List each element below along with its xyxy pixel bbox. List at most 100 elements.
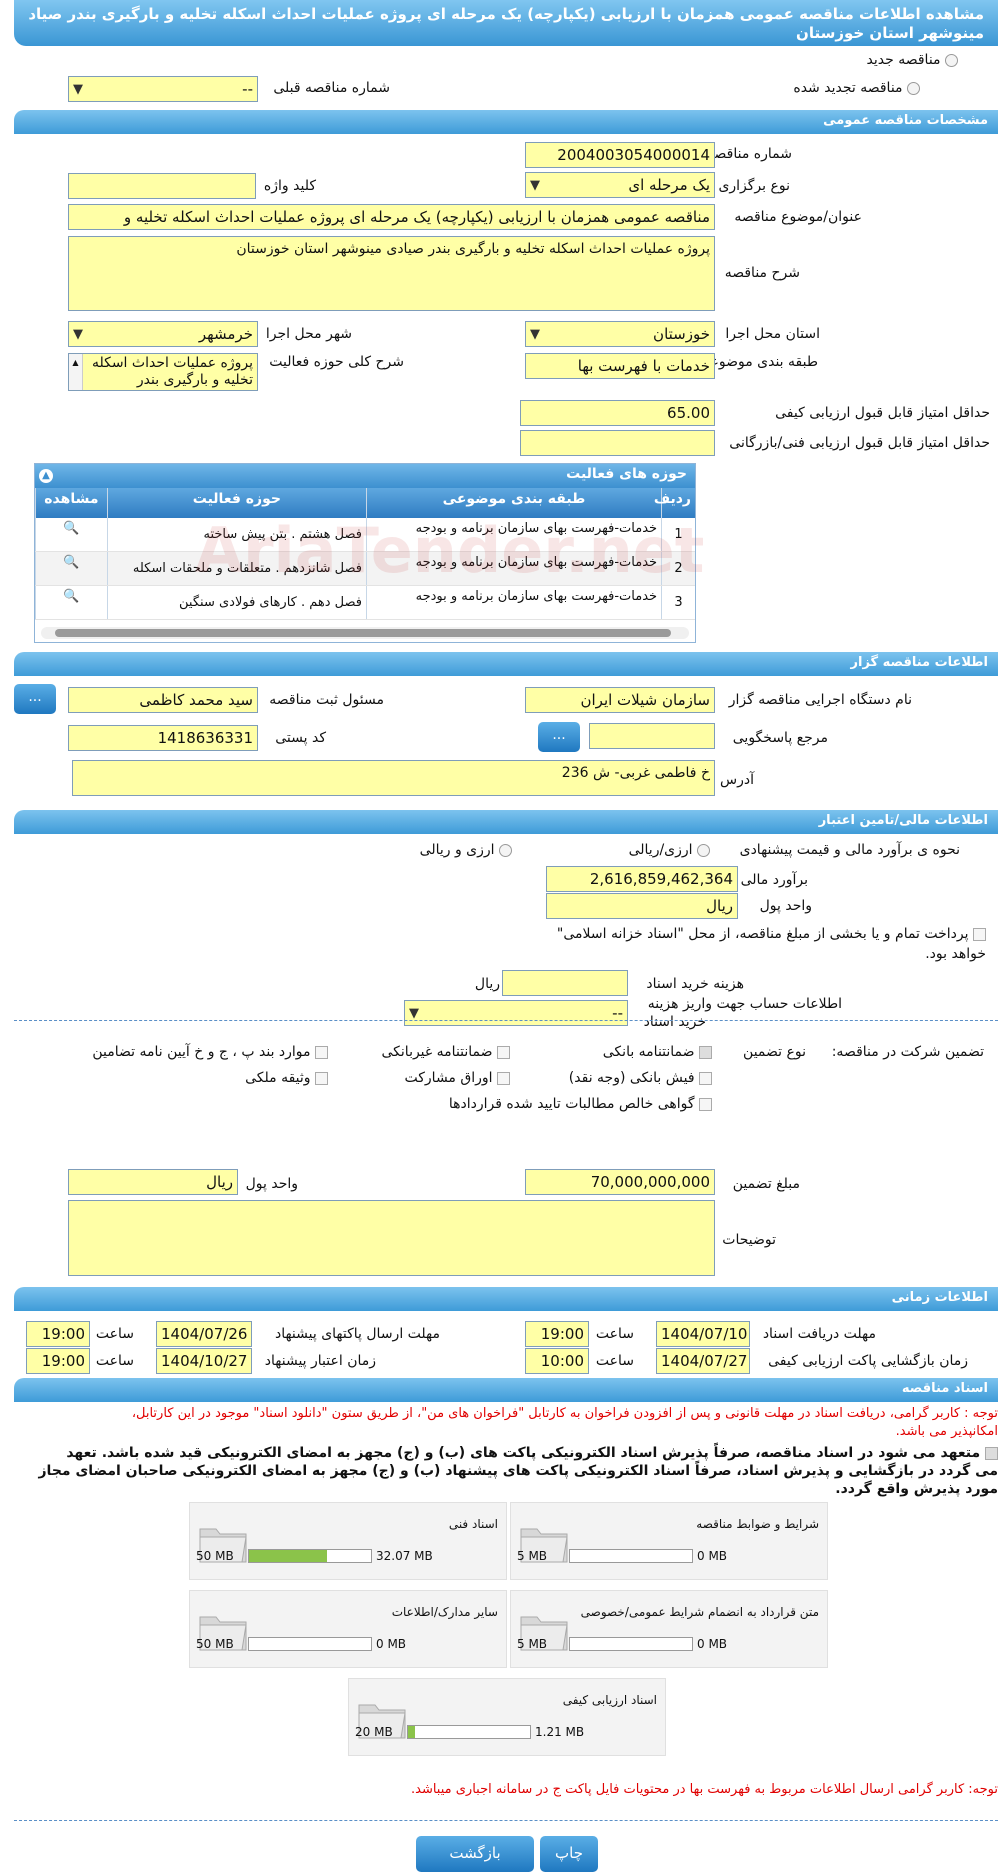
doc-name: اسناد ارزیابی کیفی (562, 1693, 657, 1707)
valid-label: زمان اعتبار پیشنهاد (264, 1353, 376, 1369)
doc-size: 0 MB (697, 1549, 728, 1563)
opt-bank-guarantee[interactable]: ضمانتنامه بانکی (603, 1044, 712, 1060)
currency-field: ریال (546, 893, 738, 919)
chevron-down-icon: ▼ (73, 82, 83, 97)
account-select[interactable]: -- ▼ (404, 1000, 628, 1026)
collapse-icon[interactable]: ▲ (39, 469, 53, 483)
opt-nonbank-guarantee[interactable]: ضمانتنامه غیربانکی (382, 1044, 510, 1060)
doc-progress (569, 1549, 693, 1563)
doc-size: 0 MB (376, 1637, 407, 1651)
type-label: نوع برگزاری (718, 178, 790, 194)
receive-time-field: 19:00 (525, 1321, 589, 1347)
docs-note-2: امکانپذیر می باشد. (895, 1424, 998, 1439)
doc-fee-unit: ریال (474, 976, 500, 992)
city-select[interactable]: خرمشهر ▼ (68, 321, 258, 347)
type-select[interactable]: یک مرحله ای ▼ (525, 172, 715, 198)
opt-bonds[interactable]: اوراق مشارکت (405, 1070, 510, 1086)
opt-bank-receipt[interactable]: فیش بانکی (وجه نقد) (569, 1070, 712, 1086)
treasury-checkbox[interactable]: پرداخت تمام و یا بخشی از مبلغ مناقصه، از… (557, 926, 986, 942)
desc-label: شرح مناقصه (724, 265, 800, 281)
resp-lookup-button[interactable]: ... (14, 684, 56, 714)
doc-size: 0 MB (697, 1637, 728, 1651)
scroll-thumb[interactable] (55, 629, 671, 637)
section-general: مشخصات مناقصه عمومی (14, 110, 998, 134)
treasury-text-2: خواهد بود. (925, 946, 986, 962)
notes-label: توضیحات (722, 1232, 776, 1248)
participation-label: تضمین شرکت در مناقصه: (831, 1044, 984, 1060)
receive-date-field: 1404/07/10 (656, 1321, 750, 1347)
commit-text: متعهد می شود در اسناد مناقصه، صرفاً پذیر… (66, 1445, 998, 1461)
province-select[interactable]: خوزستان ▼ (525, 321, 715, 347)
doc-card[interactable]: اسناد فنی 50 MB 32.07 MB (189, 1502, 507, 1580)
ref-lookup-button[interactable]: ... (538, 722, 580, 752)
guarantee-currency-field: ریال (68, 1169, 238, 1195)
scope-scrollbar[interactable]: ▲▼ (69, 354, 83, 390)
method-option-1[interactable]: ارزی/ریالی (629, 842, 710, 858)
doc-progress (569, 1637, 693, 1651)
view-icon[interactable]: 🔍 (35, 552, 107, 585)
doc-size: 1.21 MB (535, 1725, 585, 1739)
open-label: زمان بازگشایی پاکت ارزیابی کیفی (768, 1353, 968, 1369)
chevron-down-icon: ▼ (530, 178, 540, 193)
opt-property[interactable]: وثیقه ملکی (245, 1070, 328, 1086)
chevron-down-icon: ▼ (73, 327, 83, 342)
min-quality-label: حداقل امتیاز قابل قبول ارزیابی کیفی (775, 405, 990, 421)
receive-hour-label: ساعت (595, 1326, 634, 1342)
view-icon[interactable]: 🔍 (35, 518, 107, 551)
new-tender-radio[interactable]: مناقصه جدید (867, 52, 958, 68)
open-date-field: 1404/07/27 (656, 1348, 750, 1374)
ref-label: مرجع پاسخگویی (732, 730, 828, 746)
doc-name: سایر مدارک/اطلاعات (391, 1605, 498, 1619)
opt-regulation-items[interactable]: موارد بند پ ، ج و خ آیین نامه تضامین (92, 1044, 328, 1060)
commit-text-2: می گردد در بازگشایی و پذیرش اسناد، صرفاً… (38, 1463, 998, 1479)
method-option-2[interactable]: ارزی و ریالی (420, 842, 512, 858)
valid-date-field: 1404/10/27 (156, 1348, 252, 1374)
guarantee-currency-label: واحد پول (245, 1176, 298, 1192)
doc-name: متن قرارداد به انضمام شرایط عمومی/خصوصی (580, 1605, 819, 1619)
grid-scrollbar[interactable] (41, 627, 689, 639)
view-icon[interactable]: 🔍 (35, 586, 107, 619)
min-quality-field: 65.00 (520, 400, 715, 426)
renewed-tender-radio[interactable]: مناقصه تجدید شده (793, 80, 920, 96)
row-number: 3 (661, 586, 695, 619)
category-label: طبقه بندی موضوعی (698, 354, 818, 370)
scope-field: پروژه عملیات احداث اسکله تخلیه و بارگیری… (68, 353, 258, 391)
divider (14, 1820, 998, 1821)
doc-fee-label: هزینه خرید اسناد (646, 976, 744, 992)
doc-card[interactable]: شرایط و ضوابط مناقصه 5 MB 0 MB (510, 1502, 828, 1580)
org-name-field: سازمان شیلات ایران (525, 687, 715, 713)
print-button[interactable]: چاپ (540, 1836, 598, 1872)
estimate-label: برآورد مالی (740, 872, 808, 888)
doc-card[interactable]: متن قرارداد به انضمام شرایط عمومی/خصوصی … (510, 1590, 828, 1668)
doc-size: 32.07 MB (376, 1549, 433, 1563)
section-org: اطلاعات مناقصه گزار (14, 652, 998, 676)
back-button[interactable]: بازگشت (416, 1836, 534, 1872)
section-finance: اطلاعات مالی/تامین اعتبار (14, 810, 998, 834)
account-label: اطلاعات حساب جهت واریز هزینه (647, 996, 842, 1012)
doc-max: 5 MB (517, 1549, 548, 1563)
row-activity: فصل دهم . کارهای فولادی سنگین (106, 586, 366, 619)
commit-text-3: مورد پذیرش واقع گردد. (835, 1481, 998, 1497)
city-label: شهر محل اجرا (265, 326, 352, 342)
notes-field (68, 1200, 715, 1276)
min-tech-field (520, 430, 715, 456)
activity-grid: حوزه های فعالیت ▲ ردیف طبقه بندی موضوعی ح… (34, 463, 704, 643)
doc-name: شرایط و ضوابط مناقصه (696, 1517, 819, 1531)
divider (14, 1020, 998, 1021)
col-view[interactable]: مشاهده (34, 488, 107, 518)
subject-field: مناقصه عمومی همزمان با ارزیابی (یکپارچه)… (68, 204, 715, 230)
doc-name: اسناد فنی (448, 1517, 498, 1531)
tender-number-label: شماره مناقصه (707, 146, 792, 162)
watermark: AriaTender.net (195, 514, 705, 587)
doc-progress (407, 1725, 531, 1739)
docs-note-footer: توجه: کاربر گرامی ارسال اطلاعات مربوط به… (411, 1782, 998, 1797)
doc-max: 20 MB (355, 1725, 393, 1739)
opt-receivables[interactable]: گواهی خالص مطالبات تایید شده قراردادها (449, 1096, 712, 1112)
doc-card[interactable]: سایر مدارک/اطلاعات 50 MB 0 MB (189, 1590, 507, 1668)
scope-label: شرح کلی حوزه فعالیت (269, 354, 404, 370)
prev-number-select[interactable]: -- ▼ (68, 76, 258, 102)
doc-card[interactable]: اسناد ارزیابی کیفی 20 MB 1.21 MB (348, 1678, 666, 1756)
docs-note: توجه : کاربر گرامی، دریافت اسناد در مهلت… (131, 1406, 998, 1421)
account-label-2: خرید اسناد (643, 1014, 706, 1030)
province-label: استان محل اجرا (725, 326, 820, 342)
